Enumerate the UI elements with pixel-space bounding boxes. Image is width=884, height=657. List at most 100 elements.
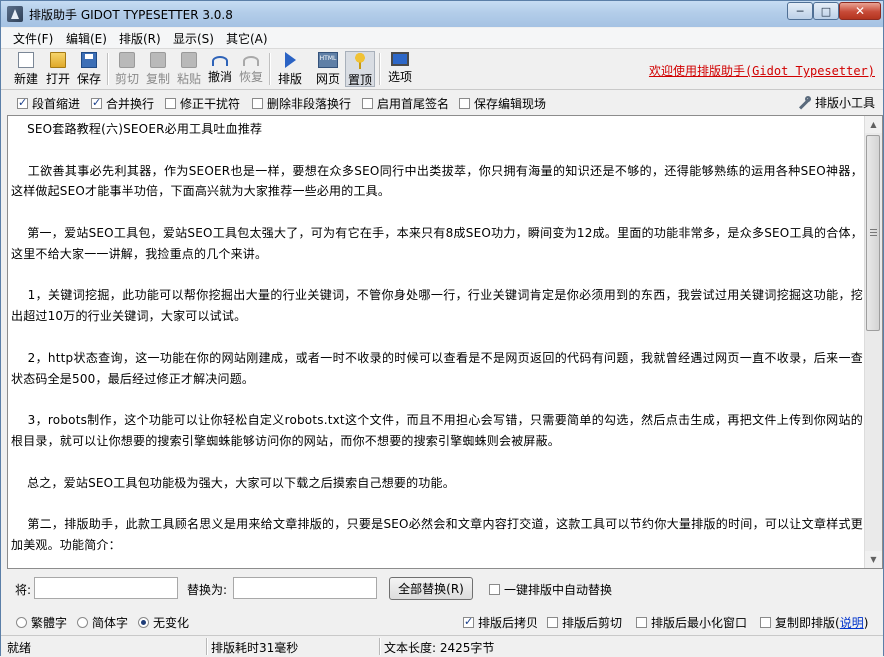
paragraph: 第二，排版助手，此款工具顾名思义是用来给文章排版的，只要是SEO必然会和文章内容…: [11, 517, 863, 552]
webpage-button[interactable]: 网页: [313, 51, 343, 87]
checkbox-box[interactable]: [459, 98, 470, 109]
indent-checkbox[interactable]: 段首缩进: [17, 95, 80, 112]
checkbox-box[interactable]: [489, 584, 500, 595]
simplified-radio[interactable]: 简体字: [77, 614, 128, 631]
top-label: 置顶: [347, 73, 372, 87]
play-icon: [284, 52, 296, 68]
window-title: 排版助手 GIDOT TYPESETTER 3.0.8: [29, 8, 233, 22]
scroll-down-arrow[interactable]: ▼: [865, 551, 882, 568]
scroll-up-arrow[interactable]: ▲: [865, 116, 882, 133]
cut-after-checkbox[interactable]: 排版后剪切: [547, 614, 622, 631]
radio-dot[interactable]: [77, 617, 88, 628]
find-input[interactable]: [34, 577, 178, 599]
grip-line: [870, 232, 877, 233]
maximize-icon: □: [820, 4, 832, 18]
minimize-after-label: 排版后最小化窗口: [651, 616, 748, 630]
top-button[interactable]: 置顶: [345, 51, 375, 87]
checkbox-box[interactable]: [362, 98, 373, 109]
welcome-link[interactable]: 欢迎使用排版助手(Gidot Typesetter): [649, 62, 875, 79]
title-bar[interactable]: 排版助手 GIDOT TYPESETTER 3.0.8 ─ □ ✕: [1, 1, 883, 27]
cut-after-label: 排版后剪切: [562, 616, 623, 630]
paragraph: 3，robots制作，这个功能可以让你轻松自定义robots.txt这个文件，而…: [11, 413, 863, 448]
copy-button[interactable]: 复制: [143, 51, 173, 87]
minimize-after-checkbox[interactable]: 排版后最小化窗口: [636, 614, 747, 631]
delete-nonpara-label: 删除非段落换行: [267, 97, 352, 111]
menu-file[interactable]: 文件(F): [13, 30, 53, 47]
traditional-radio[interactable]: 繁體字: [16, 614, 67, 631]
typeset-tools-button[interactable]: 排版小工具: [797, 94, 875, 111]
radio-dot[interactable]: [16, 617, 27, 628]
editor-content[interactable]: SEO套路教程(六)SEOER必用工具吐血推荐 工欲善其事必先利其器，作为SEO…: [11, 119, 863, 556]
menu-typeset[interactable]: 排版(R): [119, 30, 161, 47]
redo-button[interactable]: 恢复: [236, 51, 266, 87]
copy-after-checkbox[interactable]: 排版后拷贝: [463, 614, 538, 631]
menu-other[interactable]: 其它(A): [226, 30, 268, 47]
checkbox-box[interactable]: [17, 96, 28, 109]
paragraph: 总之，爱站SEO工具包功能极为强大，大家可以下载之后摸索自己想要的功能。: [11, 475, 455, 490]
delete-nonpara-checkbox[interactable]: 删除非段落换行: [252, 95, 351, 112]
grip-line: [870, 235, 877, 236]
menu-bar: 文件(F) 编辑(E) 排版(R) 显示(S) 其它(A): [1, 28, 883, 49]
vertical-scrollbar[interactable]: ▲ ▼: [864, 116, 882, 568]
open-folder-icon: [50, 52, 66, 68]
save-icon: [81, 52, 97, 68]
checkbox-box[interactable]: [760, 617, 771, 628]
save-scene-label: 保存编辑现场: [474, 97, 547, 111]
article-title: SEO套路教程(六)SEOER必用工具吐血推荐: [11, 122, 263, 136]
redo-icon: [243, 56, 259, 66]
open-button[interactable]: 打开: [43, 51, 73, 87]
checkbox-box[interactable]: [252, 98, 263, 109]
wrench-icon: [797, 95, 811, 110]
paste-icon: [181, 52, 197, 68]
toolbar: 新建 打开 保存 剪切 复制 粘贴 撤消 恢复 排版 HTML 网页 置顶 选项…: [1, 49, 883, 90]
save-label: 保存: [76, 72, 101, 86]
status-bar: 就绪 排版耗时31毫秒 文本长度: 2425字节: [1, 635, 883, 657]
checkbox-box[interactable]: [91, 96, 102, 109]
checkbox-box[interactable]: [463, 615, 474, 628]
auto-replace-checkbox[interactable]: 一键排版中自动替换: [489, 581, 612, 598]
fix-interference-checkbox[interactable]: 修正干扰符: [165, 95, 240, 112]
status-time: 排版耗时31毫秒: [211, 641, 299, 655]
paste-button[interactable]: 粘贴: [174, 51, 204, 87]
status-ready: 就绪: [7, 641, 32, 655]
undo-button[interactable]: 撤消: [205, 51, 235, 87]
options-button[interactable]: 选项: [385, 51, 415, 87]
menu-view[interactable]: 显示(S): [173, 30, 214, 47]
find-label: 将:: [15, 583, 32, 597]
scroll-thumb[interactable]: [866, 135, 880, 331]
save-button[interactable]: 保存: [74, 51, 104, 87]
maximize-button[interactable]: □: [813, 2, 839, 20]
menu-edit[interactable]: 编辑(E): [66, 30, 107, 47]
cut-button[interactable]: 剪切: [112, 51, 142, 87]
typeset-button[interactable]: 排版: [275, 51, 305, 87]
merge-lines-checkbox[interactable]: 合并换行: [91, 95, 154, 112]
status-separator: [379, 638, 381, 655]
minimize-button[interactable]: ─: [787, 2, 813, 20]
head-tail-sign-checkbox[interactable]: 启用首尾签名: [362, 95, 449, 112]
app-icon[interactable]: [7, 6, 23, 22]
checkbox-box[interactable]: [636, 617, 647, 628]
save-scene-checkbox[interactable]: 保存编辑现场: [459, 95, 546, 112]
conversion-bar: 繁體字 简体字 无变化 排版后拷贝 排版后剪切 排版后最小化窗口 复制即排版(说…: [1, 609, 883, 633]
help-link[interactable]: 说明: [840, 614, 864, 631]
html-icon: [318, 52, 338, 68]
checkbox-box[interactable]: [165, 98, 176, 109]
pin-icon: [352, 53, 368, 69]
head-tail-sign-label: 启用首尾签名: [377, 97, 450, 111]
replace-all-button[interactable]: 全部替换(R): [389, 577, 473, 600]
copy-is-typeset-checkbox[interactable]: 复制即排版(说明): [760, 614, 868, 631]
radio-dot[interactable]: [138, 617, 149, 628]
new-button[interactable]: 新建: [11, 51, 41, 87]
replace-input[interactable]: [233, 577, 377, 599]
new-document-icon: [18, 52, 34, 68]
checkbox-box[interactable]: [547, 617, 558, 628]
close-button[interactable]: ✕: [839, 2, 881, 20]
app-window: 排版助手 GIDOT TYPESETTER 3.0.8 ─ □ ✕ 文件(F) …: [0, 0, 884, 657]
status-length: 文本长度: 2425字节: [384, 641, 495, 655]
text-editor[interactable]: SEO套路教程(六)SEOER必用工具吐血推荐 工欲善其事必先利其器，作为SEO…: [7, 115, 883, 569]
close-icon: ✕: [854, 4, 866, 18]
nochange-radio[interactable]: 无变化: [138, 614, 189, 631]
